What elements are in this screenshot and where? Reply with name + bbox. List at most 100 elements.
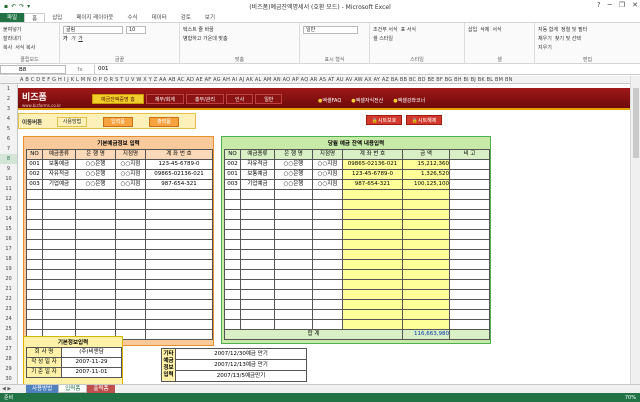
sheet-protect-button[interactable]: 🔒시트보호	[366, 115, 402, 125]
empty-cell[interactable]	[449, 269, 490, 280]
other-info-row[interactable]: 2007/12/13예금 만기	[175, 359, 307, 371]
empty-cell[interactable]	[274, 229, 313, 240]
empty-cell[interactable]	[240, 269, 275, 280]
cut-button[interactable]: 잘라내기	[3, 35, 21, 42]
empty-cell[interactable]	[224, 199, 241, 210]
bold-button[interactable]: 가	[63, 35, 68, 42]
cell-bank[interactable]: ○○은행	[274, 179, 313, 190]
cell-branch[interactable]: ○○지점	[115, 159, 146, 170]
number-format-select[interactable]: 일반	[303, 25, 358, 34]
wrap-text-button[interactable]: 텍스트 줄 바꿈	[183, 26, 214, 33]
empty-cell[interactable]	[342, 239, 403, 250]
formula-input[interactable]: 001	[94, 65, 640, 74]
empty-cell[interactable]	[402, 229, 450, 240]
empty-cell[interactable]	[42, 209, 76, 220]
empty-cell[interactable]	[42, 239, 76, 250]
empty-cell[interactable]	[75, 209, 116, 220]
cell-bank[interactable]: ○○은행	[75, 179, 116, 190]
empty-cell[interactable]	[75, 189, 116, 200]
empty-cell[interactable]	[115, 209, 146, 220]
empty-cell[interactable]	[224, 269, 241, 280]
row-number[interactable]: 15	[0, 224, 17, 234]
empty-cell[interactable]	[145, 299, 213, 310]
empty-cell[interactable]	[312, 279, 343, 290]
row-number[interactable]: 2	[0, 94, 17, 104]
row-number[interactable]: 14	[0, 214, 17, 224]
empty-cell[interactable]	[42, 189, 76, 200]
row-number[interactable]: 16	[0, 234, 17, 244]
input-form-button[interactable]: 입력폼	[103, 117, 133, 127]
empty-cell[interactable]	[312, 269, 343, 280]
empty-cell[interactable]	[274, 209, 313, 220]
empty-cell[interactable]	[274, 289, 313, 300]
empty-cell[interactable]	[26, 209, 43, 220]
empty-cell[interactable]	[42, 219, 76, 230]
row-number[interactable]: 24	[0, 314, 17, 324]
scroll-thumb[interactable]	[633, 88, 639, 158]
sheet-tab-usage[interactable]: 사용방법	[26, 385, 59, 393]
column-header[interactable]: A B C D E F G H I J K L M N O P Q R S T …	[0, 76, 640, 84]
cell-bank[interactable]: ○○은행	[75, 159, 116, 170]
empty-cell[interactable]	[115, 269, 146, 280]
cell-note[interactable]	[449, 179, 490, 190]
cell-no[interactable]: 003	[26, 179, 43, 190]
empty-cell[interactable]	[274, 259, 313, 270]
empty-cell[interactable]	[274, 279, 313, 290]
empty-cell[interactable]	[449, 199, 490, 210]
empty-cell[interactable]	[312, 239, 343, 250]
sheet-tab-output[interactable]: 출력폼	[87, 385, 115, 393]
cell-bank[interactable]: ○○은행	[274, 159, 313, 170]
empty-cell[interactable]	[115, 289, 146, 300]
empty-cell[interactable]	[145, 269, 213, 280]
empty-cell[interactable]	[274, 269, 313, 280]
empty-cell[interactable]	[449, 309, 490, 320]
empty-cell[interactable]	[402, 189, 450, 200]
empty-cell[interactable]	[115, 249, 146, 260]
find-select-button[interactable]: 찾기 및 선택	[555, 35, 581, 42]
empty-cell[interactable]	[240, 299, 275, 310]
empty-cell[interactable]	[342, 219, 403, 230]
cell-no[interactable]: 002	[26, 169, 43, 180]
cell-style-button[interactable]: 셀 스타일	[373, 35, 393, 42]
row-number[interactable]: 7	[0, 144, 17, 154]
empty-cell[interactable]	[240, 289, 275, 300]
empty-cell[interactable]	[42, 279, 76, 290]
merge-center-button[interactable]: 병합하고 가운데 맞춤	[183, 35, 228, 42]
zoom-level[interactable]: 70%	[625, 395, 636, 401]
row-number[interactable]: 8	[0, 154, 17, 164]
empty-cell[interactable]	[449, 239, 490, 250]
empty-cell[interactable]	[26, 269, 43, 280]
usage-button[interactable]: 사용방법	[57, 117, 87, 127]
empty-cell[interactable]	[274, 189, 313, 200]
empty-cell[interactable]	[342, 289, 403, 300]
cell-account[interactable]: 09865-02136-021	[145, 169, 213, 180]
empty-cell[interactable]	[312, 249, 343, 260]
restore-icon[interactable]: ❐	[619, 1, 625, 9]
empty-cell[interactable]	[240, 249, 275, 260]
empty-cell[interactable]	[402, 269, 450, 280]
italic-button[interactable]: 가	[71, 35, 76, 42]
row-number[interactable]: 10	[0, 174, 17, 184]
empty-cell[interactable]	[312, 319, 343, 330]
sheet-unprotect-button[interactable]: 🔒시트해제	[406, 115, 442, 125]
empty-cell[interactable]	[449, 289, 490, 300]
empty-cell[interactable]	[402, 309, 450, 320]
minimize-icon[interactable]: ─	[608, 1, 612, 9]
empty-cell[interactable]	[42, 289, 76, 300]
link-faq[interactable]: 엑셀FAQ	[318, 97, 341, 104]
empty-cell[interactable]	[145, 329, 213, 340]
close-icon[interactable]: ✕	[632, 1, 638, 9]
row-number[interactable]: 6	[0, 134, 17, 144]
row-number[interactable]: 25	[0, 324, 17, 334]
empty-cell[interactable]	[75, 269, 116, 280]
insert-button[interactable]: 삽입	[468, 26, 477, 33]
row-number[interactable]: 12	[0, 194, 17, 204]
empty-cell[interactable]	[75, 299, 116, 310]
empty-cell[interactable]	[115, 199, 146, 210]
empty-cell[interactable]	[274, 299, 313, 310]
empty-cell[interactable]	[274, 239, 313, 250]
row-number[interactable]: 5	[0, 124, 17, 134]
empty-cell[interactable]	[145, 249, 213, 260]
row-number[interactable]: 1	[0, 84, 17, 94]
row-number[interactable]: 21	[0, 284, 17, 294]
